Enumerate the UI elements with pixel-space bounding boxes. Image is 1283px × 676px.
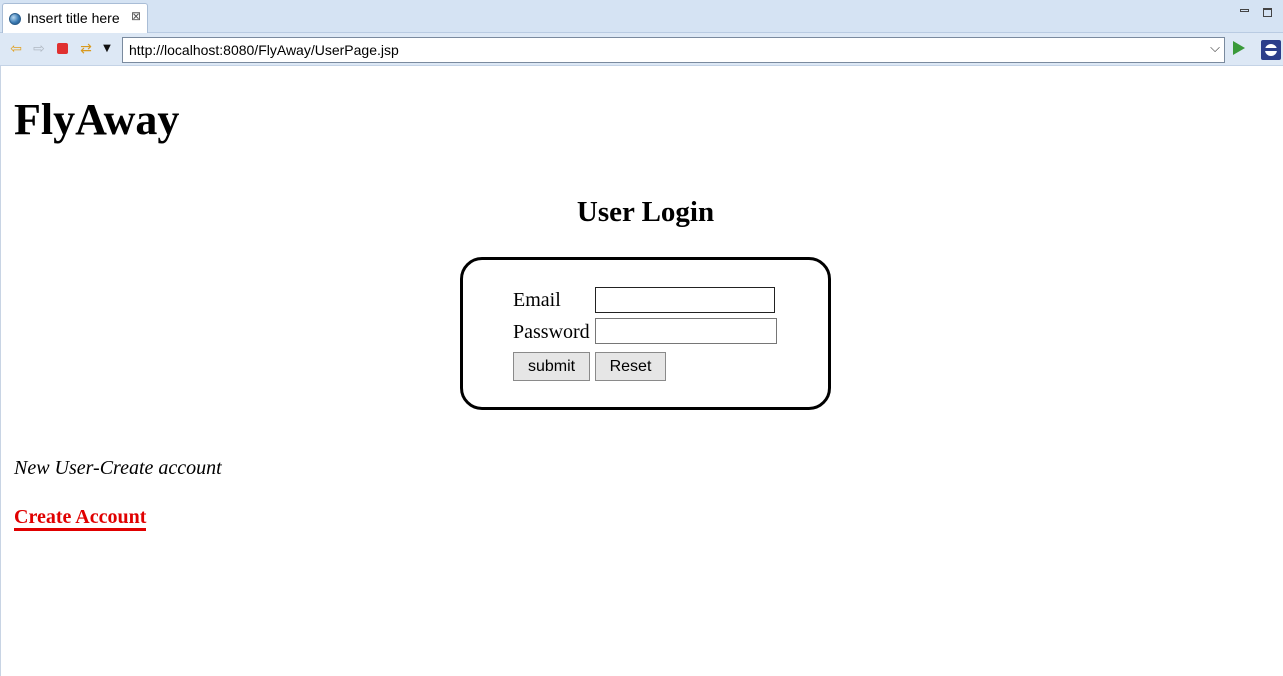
chevron-down-icon[interactable]: ⌵ [1210,40,1220,56]
email-field[interactable] [595,287,775,313]
go-icon[interactable] [1233,41,1245,55]
stop-icon[interactable] [54,40,72,58]
maximize-icon[interactable] [1263,4,1272,17]
submit-button[interactable]: submit [513,352,590,381]
reset-button[interactable]: Reset [595,352,666,381]
page-content: FlyAway User Login Email Password submit… [0,66,1283,676]
new-user-text: New User-Create account [14,457,222,479]
login-heading: User Login [576,196,715,228]
eclipse-icon[interactable] [1261,40,1281,60]
forward-icon[interactable]: ⇨ [30,40,48,58]
back-icon[interactable]: ⇦ [7,40,25,58]
browser-tab-bar: Insert title here ⊠ [0,0,1283,33]
globe-icon [9,13,21,25]
login-form: Email Password submit Reset [460,257,831,410]
email-label: Email [513,289,561,311]
address-url[interactable]: http://localhost:8080/FlyAway/UserPage.j… [129,42,399,58]
tab-title: Insert title here [27,10,120,26]
browser-toolbar: ⇦ ⇨ ⇄ ▼ http://localhost:8080/FlyAway/Us… [0,33,1283,66]
create-account-link[interactable]: Create Account [14,507,147,531]
dropdown-icon[interactable]: ▼ [98,40,116,58]
browser-tab[interactable]: Insert title here ⊠ [2,3,148,33]
minimize-icon[interactable] [1240,4,1249,12]
password-field[interactable] [595,318,777,344]
close-icon[interactable]: ⊠ [131,9,141,23]
page-title: FlyAway [14,95,180,144]
address-bar[interactable]: http://localhost:8080/FlyAway/UserPage.j… [122,37,1225,63]
password-label: Password [513,321,590,343]
refresh-icon[interactable]: ⇄ [77,40,95,58]
